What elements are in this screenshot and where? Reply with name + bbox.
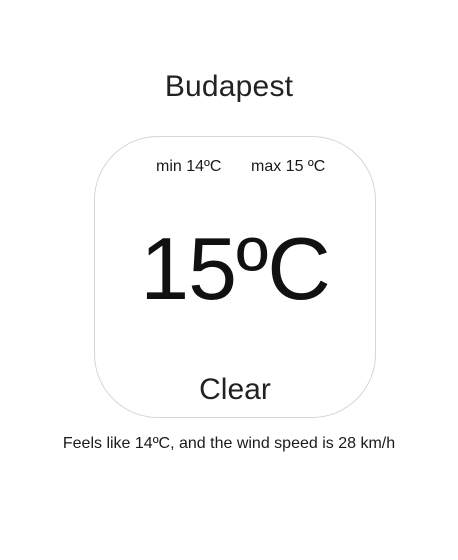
current-temperature: 15ºC [140, 219, 331, 318]
max-temperature: max 15 ºC [251, 158, 326, 175]
feels-like-wind-text: Feels like 14ºC, and the wind speed is 2… [62, 435, 396, 452]
weather-condition: Clear [199, 373, 271, 406]
city-name: Budapest [164, 70, 294, 103]
weather-card: min 14ºC max 15 ºC 15ºC Clear [94, 136, 376, 418]
min-temperature: min 14ºC [156, 158, 222, 175]
